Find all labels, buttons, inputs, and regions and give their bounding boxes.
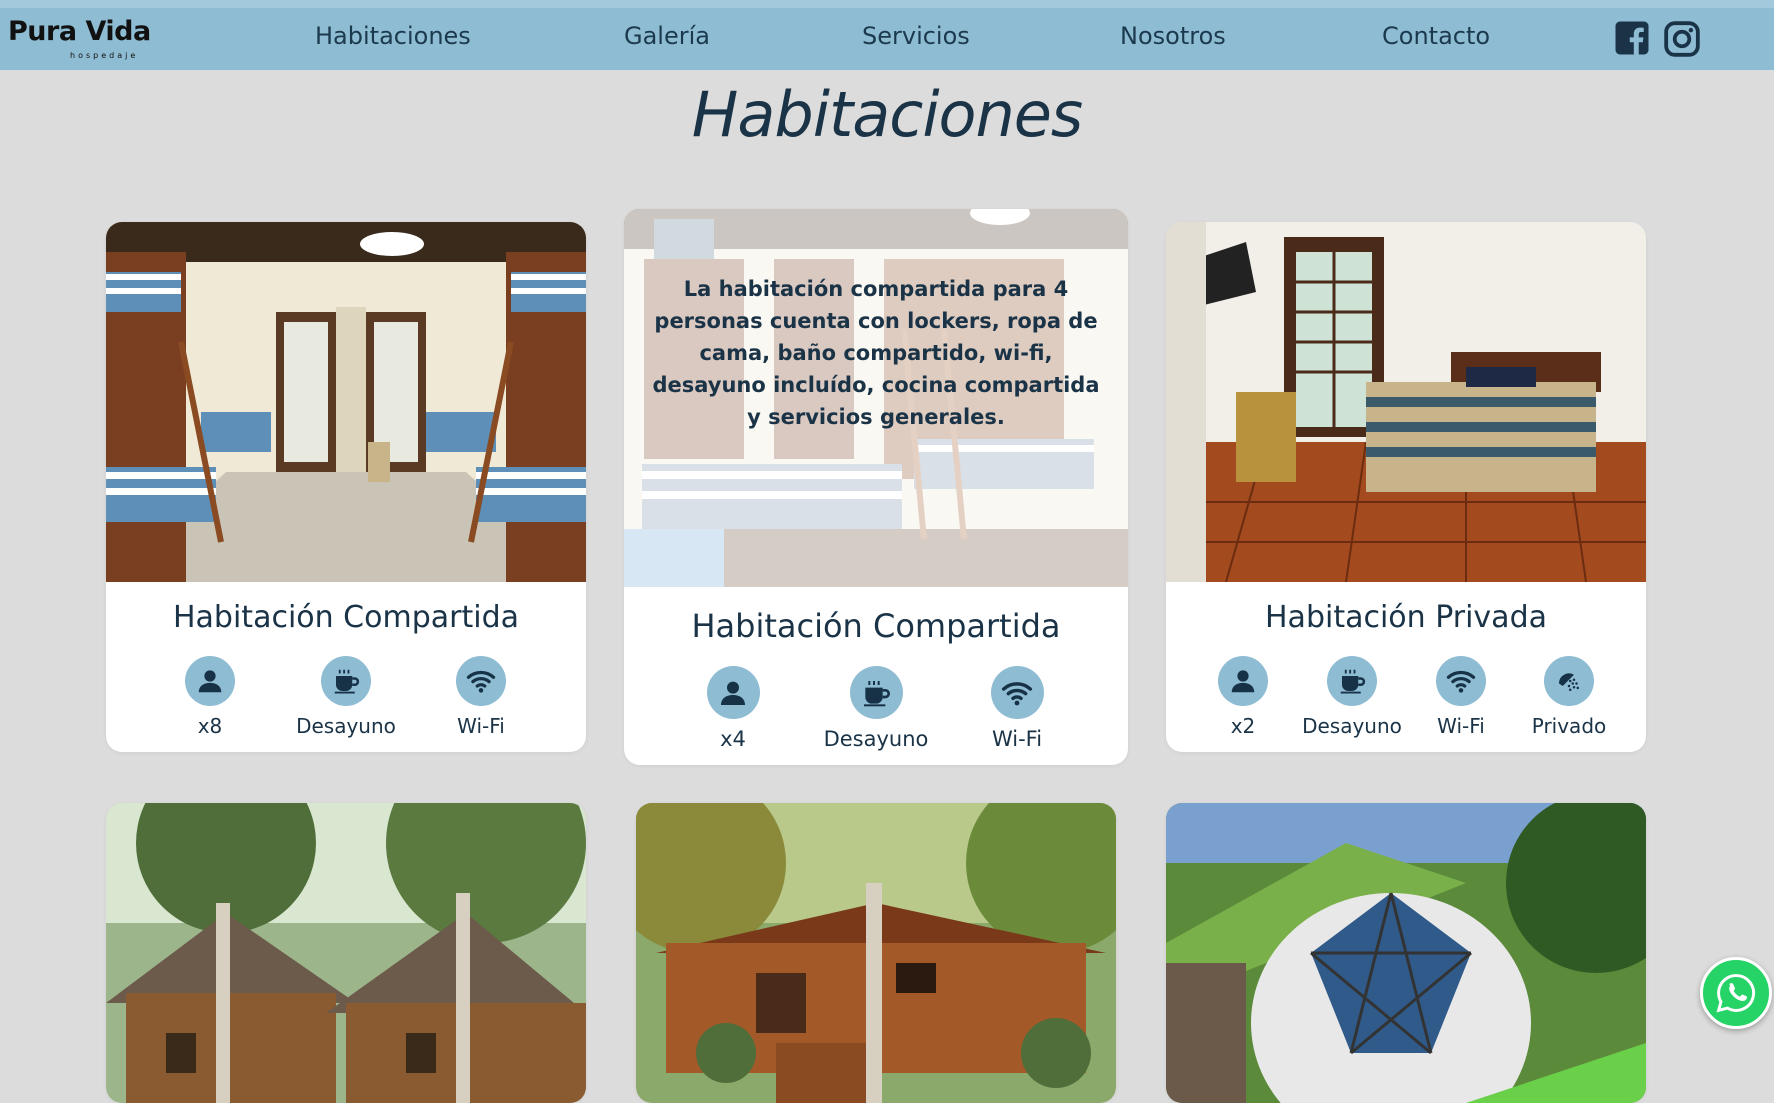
- amenity-label: x8: [197, 714, 223, 738]
- brand-name: Pura Vida: [8, 16, 151, 47]
- amenity-guests: x4: [678, 666, 788, 751]
- bunk-room-photo: [106, 222, 586, 582]
- amenity-label: x4: [720, 727, 746, 751]
- person-icon: [706, 666, 760, 719]
- coffee-cup-icon: [321, 656, 371, 706]
- amenity-breakfast: Desayuno: [821, 666, 931, 751]
- nav-link-contacto[interactable]: Contacto: [1382, 22, 1490, 50]
- whatsapp-icon[interactable]: [1700, 957, 1772, 1029]
- bunk-room-photo: La habitación compartida para 4 personas…: [624, 209, 1128, 587]
- room-card[interactable]: Habitación Compartida x8 Desayuno Wi-Fi: [106, 222, 586, 752]
- coffee-cup-icon: [849, 666, 903, 719]
- room-title: Habitación Privada: [1265, 600, 1547, 635]
- room-card[interactable]: [106, 803, 586, 1103]
- instagram-icon[interactable]: [1663, 20, 1701, 58]
- person-icon: [185, 656, 235, 706]
- amenity-label: Privado: [1531, 714, 1607, 738]
- room-card[interactable]: [636, 803, 1116, 1103]
- description-overlay: La habitación compartida para 4 personas…: [624, 209, 1128, 587]
- amenity-label: Desayuno: [1302, 714, 1402, 738]
- amenity-guests: x8: [155, 656, 265, 738]
- brand-tagline: hospedaje: [70, 51, 139, 60]
- room-title: Habitación Compartida: [172, 600, 519, 635]
- room-title: Habitación Compartida: [691, 607, 1061, 645]
- nav-link-galeria[interactable]: Galería: [624, 22, 710, 50]
- amenity-label: x2: [1230, 714, 1256, 738]
- person-icon: [1218, 656, 1268, 706]
- facebook-icon[interactable]: [1614, 20, 1652, 58]
- nav-link-nosotros[interactable]: Nosotros: [1120, 22, 1226, 50]
- amenity-label: Wi-Fi: [457, 714, 505, 738]
- page-title: Habitaciones: [691, 78, 1084, 151]
- amenity-label: Desayuno: [296, 714, 396, 738]
- wifi-icon: [990, 666, 1044, 719]
- amenity-private-bath: Privado: [1514, 656, 1624, 738]
- private-room-photo: [1166, 222, 1646, 582]
- top-nav: Pura Vida hospedaje Habitaciones Galería…: [0, 0, 1774, 70]
- room-description: La habitación compartida para 4 personas…: [652, 277, 1100, 429]
- coffee-cup-icon: [1327, 656, 1377, 706]
- room-card[interactable]: [1166, 803, 1646, 1103]
- amenity-label: Wi-Fi: [1437, 714, 1485, 738]
- wifi-icon: [456, 656, 506, 706]
- brand-logo[interactable]: Pura Vida hospedaje: [8, 16, 151, 61]
- amenity-guests: x2: [1188, 656, 1298, 738]
- amenity-breakfast: Desayuno: [291, 656, 401, 738]
- nav-link-habitaciones[interactable]: Habitaciones: [315, 22, 471, 50]
- glamping-dome-photo: [1166, 803, 1646, 1103]
- amenity-wifi: Wi-Fi: [426, 656, 536, 738]
- amenity-wifi: Wi-Fi: [1406, 656, 1516, 738]
- wifi-icon: [1436, 656, 1486, 706]
- nav-link-servicios[interactable]: Servicios: [862, 22, 970, 50]
- amenity-label: Wi-Fi: [991, 727, 1043, 751]
- room-card-hovered[interactable]: La habitación compartida para 4 personas…: [624, 209, 1128, 765]
- cabin-porch-photo: [636, 803, 1116, 1103]
- room-card[interactable]: Habitación Privada x2 Desayuno Wi-Fi Pri…: [1166, 222, 1646, 752]
- amenity-label: Desayuno: [823, 727, 929, 751]
- amenity-breakfast: Desayuno: [1297, 656, 1407, 738]
- shower-icon: [1544, 656, 1594, 706]
- amenity-wifi: Wi-Fi: [962, 666, 1072, 751]
- cabins-photo: [106, 803, 586, 1103]
